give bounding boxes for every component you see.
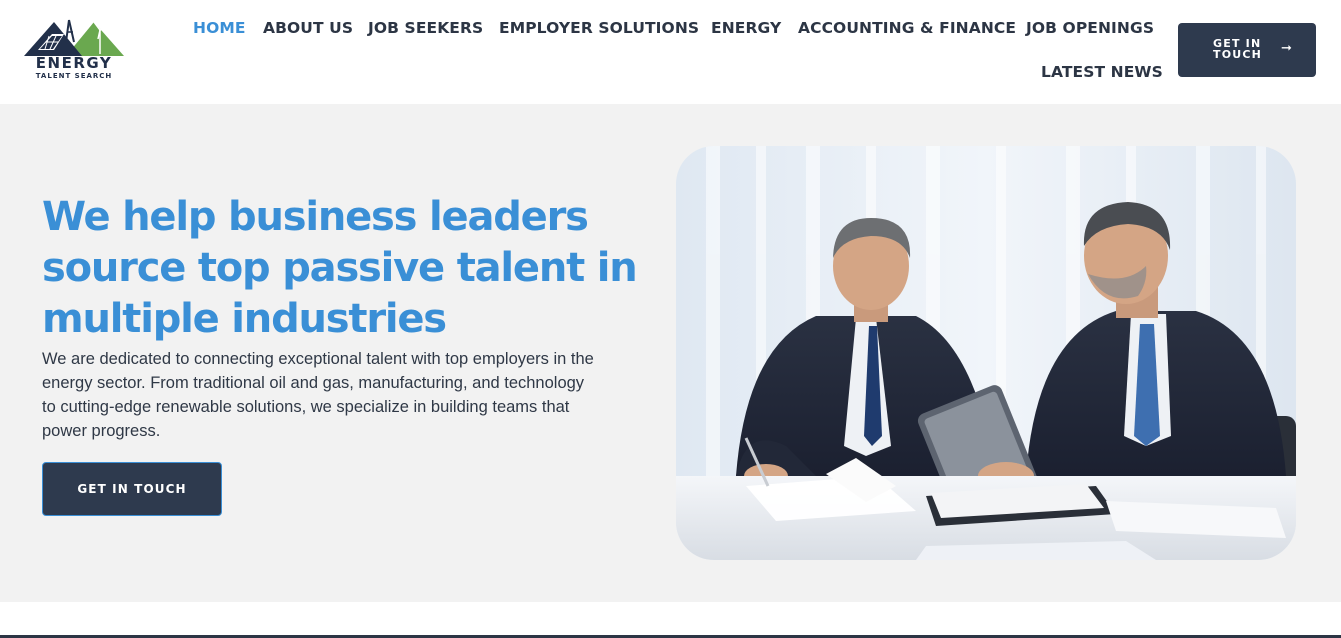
hero-photo (676, 146, 1296, 560)
get-in-touch-header-label: GET IN TOUCH (1213, 37, 1263, 61)
nav-job-seekers[interactable]: JOB SEEKERS (368, 19, 483, 37)
nav-job-openings[interactable]: JOB OPENINGS (1026, 19, 1154, 37)
energy-talent-search-logo[interactable]: ENERGY TALENT SEARCH (22, 16, 126, 82)
nav-about-us[interactable]: ABOUT US (263, 19, 353, 37)
arrow-right-icon: ➞ (1281, 41, 1292, 56)
logo-subtitle: TALENT SEARCH (35, 72, 113, 80)
nav-home[interactable]: HOME (193, 19, 246, 37)
nav-accounting-finance[interactable]: ACCOUNTING & FINANCE (798, 19, 1016, 37)
hero-headline: We help business leaders source top pass… (42, 194, 638, 342)
logo-mountain-icon (24, 19, 124, 56)
get-in-touch-hero-button[interactable]: GET IN TOUCH (42, 462, 222, 516)
nav-employer-solutions[interactable]: EMPLOYER SOLUTIONS (499, 19, 699, 37)
businessmen-photo-illustration (676, 146, 1296, 560)
hero-description: We are dedicated to connecting exception… (42, 350, 594, 440)
next-section (0, 602, 1341, 638)
hero-section: We help business leaders source top pass… (0, 104, 1341, 602)
nav-latest-news[interactable]: LATEST NEWS (1041, 63, 1163, 81)
get-in-touch-header-button[interactable]: GET IN TOUCH ➞ (1178, 23, 1316, 77)
logo-wordmark: ENERGY (35, 54, 113, 72)
nav-energy[interactable]: ENERGY (711, 19, 781, 37)
site-header: ENERGY TALENT SEARCH HOME ABOUT US JOB S… (0, 0, 1341, 104)
